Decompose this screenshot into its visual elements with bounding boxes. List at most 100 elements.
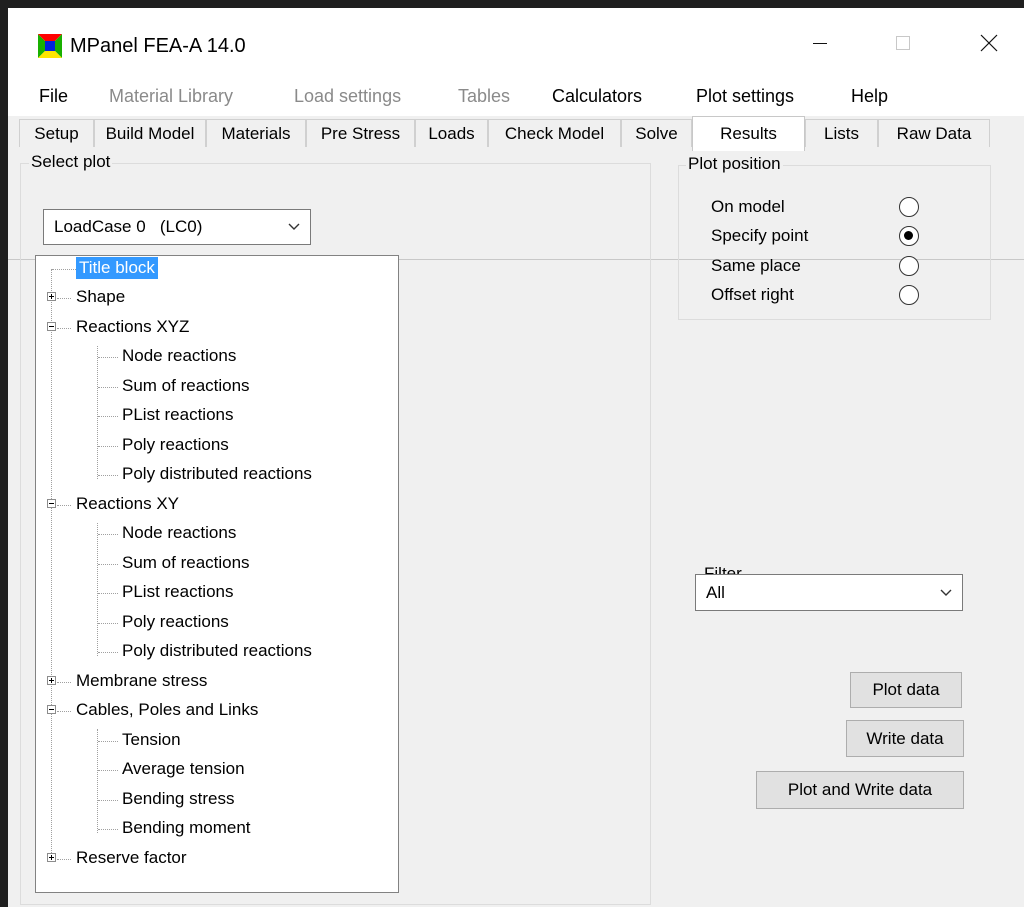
- loadcase-select[interactable]: LoadCase 0 (LC0): [43, 209, 311, 245]
- radio-specify-point[interactable]: Specify point: [711, 223, 941, 251]
- tab-build-model[interactable]: Build Model: [94, 119, 206, 147]
- tree-item-poly-distributed-reactions[interactable]: Poly distributed reactions: [36, 462, 398, 488]
- tree-item-sum-of-reactions[interactable]: Sum of reactions: [36, 374, 398, 400]
- menu-material-library[interactable]: Material Library: [109, 86, 233, 107]
- tree-item-label: Reactions XYZ: [76, 317, 190, 336]
- write-data-button[interactable]: Write data: [846, 720, 964, 757]
- tree-item-poly-reactions[interactable]: Poly reactions: [36, 433, 398, 459]
- radio-label: Offset right: [711, 285, 794, 304]
- chevron-down-icon: [288, 223, 300, 230]
- collapse-minus-icon[interactable]: [47, 705, 56, 714]
- menu-plot-settings[interactable]: Plot settings: [696, 86, 794, 107]
- tree-item-shape[interactable]: Shape: [36, 285, 398, 311]
- tab-results[interactable]: Results: [692, 116, 805, 151]
- tree-item-label: Poly reactions: [122, 612, 229, 631]
- tree-item-bending-stress[interactable]: Bending stress: [36, 787, 398, 813]
- filter-select[interactable]: All: [695, 574, 963, 611]
- tree-item-label: PList reactions: [122, 405, 234, 424]
- menu-file[interactable]: File: [39, 86, 68, 107]
- radio-offset-right[interactable]: Offset right: [711, 282, 941, 310]
- title-bar[interactable]: MPanel FEA-A 14.0: [8, 8, 1024, 76]
- tree-connector: [98, 652, 118, 653]
- tree-connector: [98, 387, 118, 388]
- menu-load-settings[interactable]: Load settings: [294, 86, 401, 107]
- expand-plus-icon[interactable]: [47, 676, 56, 685]
- radio-button[interactable]: [899, 226, 919, 246]
- tree-connector: [98, 357, 118, 358]
- menu-tables[interactable]: Tables: [458, 86, 510, 107]
- expand-plus-icon[interactable]: [47, 292, 56, 301]
- tree-item-label: Title block: [76, 257, 158, 279]
- loadcase-select-value: LoadCase 0 (LC0): [54, 217, 203, 236]
- tab-solve[interactable]: Solve: [621, 119, 692, 147]
- expand-plus-icon[interactable]: [47, 853, 56, 862]
- tree-connector: [98, 800, 118, 801]
- tree-item-label: Reserve factor: [76, 848, 187, 867]
- menu-help[interactable]: Help: [851, 86, 888, 107]
- tab-lists[interactable]: Lists: [805, 119, 878, 147]
- tree-item-average-tension[interactable]: Average tension: [36, 757, 398, 783]
- tree-item-reactions-xyz[interactable]: Reactions XYZ: [36, 315, 398, 341]
- tree-item-poly-distributed-reactions[interactable]: Poly distributed reactions: [36, 639, 398, 665]
- tree-item-plist-reactions[interactable]: PList reactions: [36, 403, 398, 429]
- tree-connector: [98, 741, 118, 742]
- tree-item-poly-reactions[interactable]: Poly reactions: [36, 610, 398, 636]
- tree-item-label: Bending moment: [122, 818, 251, 837]
- plot-position-group-label: Plot position: [686, 154, 783, 174]
- tree-item-label: Node reactions: [122, 346, 237, 365]
- tree-item-label: Bending stress: [122, 789, 235, 808]
- tab-materials[interactable]: Materials: [206, 119, 306, 147]
- tree-item-node-reactions[interactable]: Node reactions: [36, 521, 398, 547]
- menu-calculators[interactable]: Calculators: [552, 86, 642, 107]
- radio-label: Specify point: [711, 226, 809, 245]
- tree-item-sum-of-reactions[interactable]: Sum of reactions: [36, 551, 398, 577]
- tree-connector: [98, 623, 118, 624]
- tree-connector: [98, 593, 118, 594]
- chevron-down-icon: [940, 589, 952, 596]
- radio-label: On model: [711, 197, 785, 216]
- tree-item-label: Sum of reactions: [122, 553, 250, 572]
- tree-item-reserve-factor[interactable]: Reserve factor: [36, 846, 398, 872]
- app-logo-icon: [38, 34, 62, 58]
- radio-button[interactable]: [899, 285, 919, 305]
- tree-connector: [98, 416, 118, 417]
- plot-data-button[interactable]: Plot data: [850, 672, 962, 708]
- tree-item-node-reactions[interactable]: Node reactions: [36, 344, 398, 370]
- tree-connector: [57, 298, 71, 299]
- application-window: MPanel FEA-A 14.0 File Material Library …: [8, 8, 1024, 907]
- tree-connector: [57, 859, 71, 860]
- radio-button[interactable]: [899, 256, 919, 276]
- collapse-minus-icon[interactable]: [47, 322, 56, 331]
- tree-item-reactions-xy[interactable]: Reactions XY: [36, 492, 398, 518]
- radio-same-place[interactable]: Same place: [711, 253, 941, 281]
- tree-item-membrane-stress[interactable]: Membrane stress: [36, 669, 398, 695]
- tree-connector: [98, 534, 118, 535]
- radio-on-model[interactable]: On model: [711, 194, 941, 222]
- tree-item-label: Reactions XY: [76, 494, 179, 513]
- menu-bar: File Material Library Load settings Tabl…: [8, 76, 1024, 116]
- tab-loads[interactable]: Loads: [415, 119, 488, 147]
- tree-item-cables-poles-links[interactable]: Cables, Poles and Links: [36, 698, 398, 724]
- tab-pre-stress[interactable]: Pre Stress: [306, 119, 415, 147]
- tab-raw-data[interactable]: Raw Data: [878, 119, 990, 147]
- tree-item-bending-moment[interactable]: Bending moment: [36, 816, 398, 842]
- tree-item-label: Sum of reactions: [122, 376, 250, 395]
- tab-setup[interactable]: Setup: [19, 119, 94, 147]
- minimize-button[interactable]: [797, 22, 843, 64]
- plot-tree[interactable]: Title block Shape Reactions XYZ Node rea…: [35, 255, 399, 893]
- tree-item-label: Shape: [76, 287, 126, 306]
- tree-item-tension[interactable]: Tension: [36, 728, 398, 754]
- tree-item-plist-reactions[interactable]: PList reactions: [36, 580, 398, 606]
- tree-connector: [98, 829, 118, 830]
- tab-check-model[interactable]: Check Model: [488, 119, 621, 147]
- plot-and-write-data-button[interactable]: Plot and Write data: [756, 771, 964, 809]
- tree-item-label: Poly reactions: [122, 435, 229, 454]
- collapse-minus-icon[interactable]: [47, 499, 56, 508]
- maximize-button[interactable]: [880, 22, 926, 64]
- radio-button[interactable]: [899, 197, 919, 217]
- radio-checked-dot: [904, 231, 913, 240]
- close-button[interactable]: [966, 22, 1012, 64]
- tree-item-title-block[interactable]: Title block: [36, 256, 398, 282]
- select-plot-group-label: Select plot: [29, 152, 113, 172]
- tree-connector: [57, 682, 71, 683]
